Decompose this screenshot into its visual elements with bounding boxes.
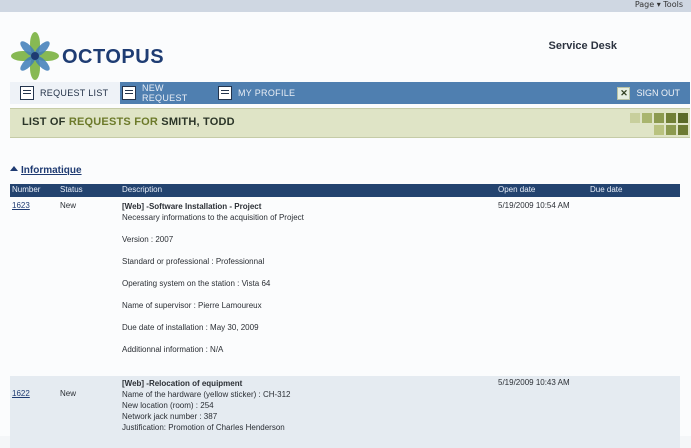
page: OCTOPUS Service Desk REQUEST LIST NEW RE… — [0, 12, 691, 448]
description-line: Version : 2007 — [122, 235, 174, 244]
page-title: LIST OF REQUESTS FOR SMITH, TODD — [22, 116, 235, 128]
column-due-date[interactable]: Due date — [590, 185, 622, 194]
request-number-link[interactable]: 1622 — [12, 389, 30, 398]
tab-my-profile-label: MY PROFILE — [238, 88, 296, 98]
table-header: Number Status Description Open date Due … — [10, 184, 680, 197]
description-line: Additionnal information : N/A — [122, 345, 224, 354]
tab-new-request-label: NEW REQUEST — [141, 83, 188, 103]
request-title: [Web] -Software Installation - Project — [122, 202, 262, 211]
page-title-accent: REQUESTS FOR — [68, 116, 162, 128]
service-desk-label: Service Desk — [548, 40, 618, 52]
request-title: [Web] -Relocation of equipment — [122, 379, 243, 388]
column-description[interactable]: Description — [122, 185, 162, 194]
profile-icon — [218, 86, 232, 100]
request-number-link[interactable]: 1623 — [12, 201, 30, 210]
request-status: New — [60, 389, 77, 398]
sign-out-button[interactable]: ✕ SIGN OUT — [617, 82, 680, 104]
description-line: Network jack number : 387 — [122, 412, 218, 421]
list-icon — [20, 86, 34, 100]
section-informatique[interactable]: Informatique — [10, 165, 82, 176]
tab-my-profile[interactable]: MY PROFILE — [218, 82, 308, 104]
request-description: [Web] -Relocation of equipment Name of t… — [122, 378, 492, 433]
table-row[interactable]: 1622 New [Web] -Relocation of equipment … — [10, 376, 680, 448]
octopus-logo-icon — [11, 32, 59, 80]
table-row[interactable]: 1623 New [Web] -Software Installation - … — [10, 199, 680, 374]
tab-new-request[interactable]: NEW REQUEST — [122, 82, 212, 104]
description-line: Standard or professional : Professionnal — [122, 257, 265, 266]
description-line: Operating system on the station : Vista … — [122, 279, 271, 288]
browser-tools-label[interactable]: Page ▾ Tools — [635, 0, 683, 9]
collapse-triangle-icon — [10, 166, 18, 171]
description-line: New location (room) : 254 — [122, 401, 214, 410]
description-line: Name of the hardware (yellow sticker) : … — [122, 390, 291, 399]
document-icon — [122, 86, 136, 100]
decorative-squares — [630, 109, 690, 137]
request-status: New — [60, 201, 77, 210]
tab-request-list[interactable]: REQUEST LIST — [10, 82, 120, 104]
request-open-date: 5/19/2009 10:54 AM — [498, 201, 570, 210]
page-title-prefix: LIST OF — [22, 116, 69, 128]
description-line: Due date of installation : May 30, 2009 — [122, 323, 259, 332]
brand-name: OCTOPUS — [62, 46, 165, 68]
main-tabs: REQUEST LIST NEW REQUEST MY PROFILE ✕ SI… — [10, 82, 690, 104]
description-line: Necessary informations to the acquisitio… — [122, 213, 304, 222]
description-line: Justification: Promotion of Charles Hend… — [122, 423, 285, 432]
sign-out-label: SIGN OUT — [636, 88, 680, 98]
request-open-date: 5/19/2009 10:43 AM — [498, 378, 570, 387]
column-open-date[interactable]: Open date — [498, 185, 535, 194]
tab-request-list-label: REQUEST LIST — [40, 88, 109, 98]
page-title-name: SMITH, TODD — [161, 116, 235, 128]
section-title: Informatique — [21, 165, 82, 176]
sign-out-icon: ✕ — [617, 86, 631, 100]
request-description: [Web] -Software Installation - Project N… — [122, 201, 492, 355]
page-title-banner: LIST OF REQUESTS FOR SMITH, TODD — [10, 108, 690, 138]
description-line: Name of supervisor : Pierre Lamoureux — [122, 301, 262, 310]
column-status[interactable]: Status — [60, 185, 83, 194]
column-number[interactable]: Number — [12, 185, 40, 194]
